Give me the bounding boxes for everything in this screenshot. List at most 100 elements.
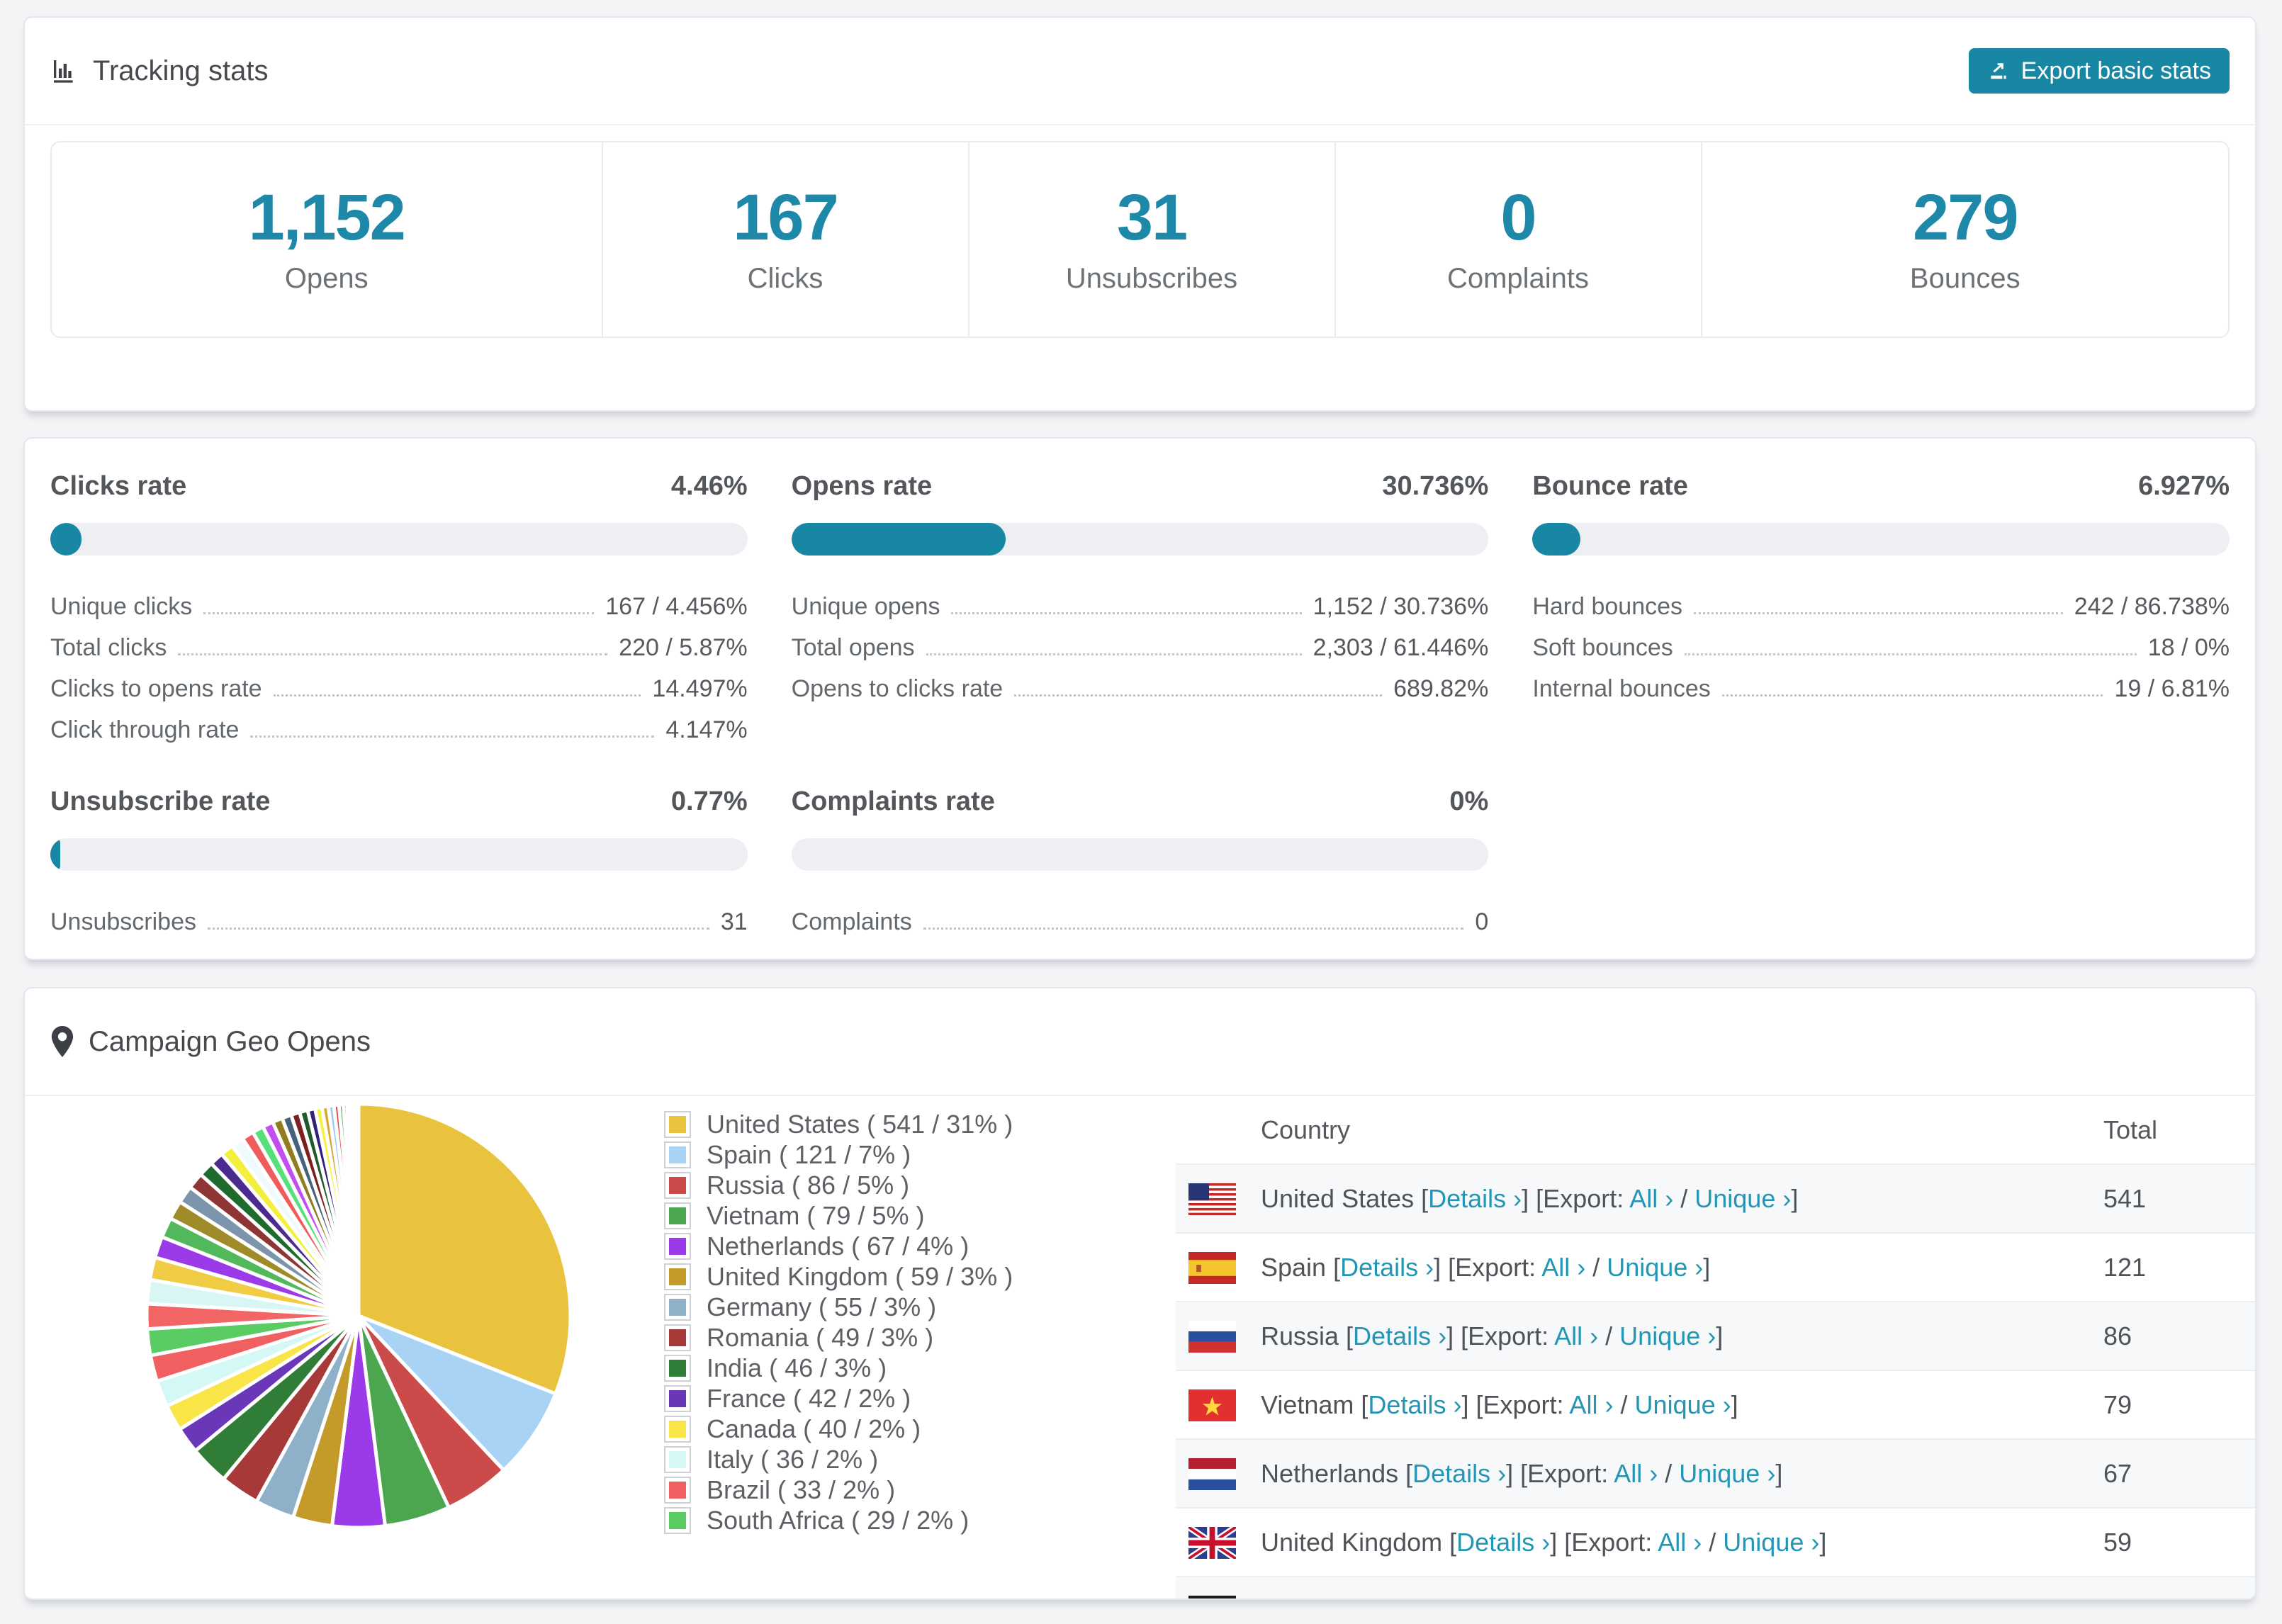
stat-cell-unsubscribes: 31 Unsubscribes <box>967 142 1334 337</box>
export-all-link[interactable]: All › <box>1554 1321 1598 1350</box>
legend-label: United Kingdom ( 59 / 3% ) <box>707 1261 1013 1291</box>
table-row: United States [Details ›] [Export: All ›… <box>1176 1163 2255 1232</box>
details-link[interactable]: Details › <box>1456 1528 1550 1557</box>
country-cell: Netherlands [Details ›] [Export: All › /… <box>1261 1458 1783 1488</box>
export-icon <box>1987 60 2010 82</box>
export-all-link[interactable]: All › <box>1658 1528 1702 1557</box>
export-unique-link[interactable]: Unique › <box>1694 1184 1791 1213</box>
map-pin-icon <box>50 1026 74 1057</box>
rate-rows: Unique clicks 167 / 4.456% Total clicks 220… <box>50 580 748 744</box>
total-cell: 541 <box>2103 1183 2147 1213</box>
legend-label: France ( 42 / 2% ) <box>707 1383 911 1413</box>
dotted-leader <box>250 735 655 738</box>
stat-cell-clicks: 167 Clicks <box>601 142 968 337</box>
rate-row-value: 4.147% <box>665 716 748 743</box>
rate-value: 0% <box>1449 786 1489 816</box>
export-unique-link[interactable]: Unique › <box>1646 1596 1743 1599</box>
details-link[interactable]: Details › <box>1412 1459 1506 1488</box>
table-row: Germany [Details ›] [Export: All › / Uni… <box>1176 1576 2255 1599</box>
tracking-stats-card: Tracking stats Export basic stats 1,152 O… <box>23 16 2256 412</box>
legend-swatch <box>664 1415 691 1443</box>
rate-progress-fill <box>50 523 82 556</box>
rate-row-label: Clicks to opens rate <box>50 675 262 702</box>
legend-swatch <box>664 1232 691 1260</box>
stat-label: Opens <box>284 262 369 294</box>
rate-progress-fill <box>50 838 60 871</box>
table-row: Russia [Details ›] [Export: All › / Uniq… <box>1176 1301 2255 1370</box>
rate-row-value: 167 / 4.456% <box>605 593 748 620</box>
legend-label: South Africa ( 29 / 2% ) <box>707 1505 969 1535</box>
export-all-link[interactable]: All › <box>1541 1253 1585 1282</box>
export-all-link[interactable]: All › <box>1614 1459 1658 1488</box>
export-unique-link[interactable]: Unique › <box>1679 1459 1775 1488</box>
legend-item: Brazil ( 33 / 2% ) <box>664 1474 1013 1505</box>
rate-row: Hard bounces 242 / 86.738% <box>1532 580 2230 621</box>
rate-rows: Unique opens 1,152 / 30.736% Total opens 2,… <box>792 580 1489 703</box>
details-link[interactable]: Details › <box>1380 1596 1473 1599</box>
export-unique-link[interactable]: Unique › <box>1607 1253 1703 1282</box>
legend-label: Netherlands ( 67 / 4% ) <box>707 1231 969 1261</box>
rate-row-value: 689.82% <box>1393 675 1489 702</box>
export-all-link[interactable]: All › <box>1581 1596 1625 1599</box>
rate-row: Opens to clicks rate 689.82% <box>792 662 1489 703</box>
tracking-stats-header: Tracking stats Export basic stats <box>25 18 2255 125</box>
legend-label: Italy ( 36 / 2% ) <box>707 1444 879 1474</box>
rate-head: Bounce rate 6.927% <box>1532 471 2230 502</box>
rate-row-label: Soft bounces <box>1532 634 1673 661</box>
legend-swatch <box>664 1202 691 1229</box>
legend-item: United Kingdom ( 59 / 3% ) <box>664 1261 1013 1292</box>
export-basic-stats-button[interactable]: Export basic stats <box>1968 48 2230 94</box>
rate-head: Clicks rate 4.46% <box>50 471 748 502</box>
rate-head: Unsubscribe rate 0.77% <box>50 786 748 817</box>
details-link[interactable]: Details › <box>1368 1390 1461 1419</box>
rate-row-label: Internal bounces <box>1532 675 1711 702</box>
vn-flag-icon <box>1188 1389 1236 1421</box>
rate-row-value: 31 <box>720 908 748 935</box>
export-unique-link[interactable]: Unique › <box>1723 1528 1819 1557</box>
geo-opens-legend: United States ( 541 / 31% ) Spain ( 121 /… <box>664 1109 1013 1535</box>
legend-item: Vietnam ( 79 / 5% ) <box>664 1200 1013 1231</box>
export-unique-link[interactable]: Unique › <box>1619 1321 1716 1350</box>
country-cell: Vietnam [Details ›] [Export: All › / Uni… <box>1261 1389 1738 1419</box>
export-all-link[interactable]: All › <box>1570 1390 1614 1419</box>
dotted-leader <box>203 612 595 614</box>
stat-label: Clicks <box>747 262 824 294</box>
rate-row-label: Hard bounces <box>1532 593 1683 620</box>
rate-progress-bar <box>50 523 748 556</box>
rate-block-clicks-rate: Clicks rate 4.46% Unique clicks 167 / 4.456… <box>50 471 748 744</box>
dotted-leader <box>178 653 608 655</box>
rate-row-label: Unique opens <box>791 593 940 620</box>
campaign-geo-opens-title: Campaign Geo Opens <box>89 1025 371 1057</box>
rate-row: Total opens 2,303 / 61.446% <box>792 621 1489 662</box>
dotted-leader <box>1721 694 2103 697</box>
rate-progress-fill <box>791 523 1006 556</box>
rate-row: Click through rate 4.147% <box>50 703 748 744</box>
country-cell: United Kingdom [Details ›] [Export: All … <box>1261 1527 1827 1557</box>
export-unique-link[interactable]: Unique › <box>1635 1390 1731 1419</box>
stat-label: Unsubscribes <box>1065 262 1238 294</box>
rate-title: Bounce rate <box>1532 471 1688 501</box>
details-link[interactable]: Details › <box>1428 1184 1522 1213</box>
details-link[interactable]: Details › <box>1340 1253 1434 1282</box>
details-link[interactable]: Details › <box>1353 1321 1446 1350</box>
total-cell: 121 <box>2103 1252 2147 1282</box>
legend-item: Netherlands ( 67 / 4% ) <box>664 1231 1013 1261</box>
rate-progress-bar <box>50 838 748 871</box>
legend-swatch <box>664 1171 691 1199</box>
export-all-link[interactable]: All › <box>1629 1184 1673 1213</box>
rate-title: Complaints rate <box>791 786 995 816</box>
rate-row-value: 242 / 86.738% <box>2074 593 2230 620</box>
stat-value: 279 <box>1912 181 2018 254</box>
legend-swatch <box>664 1476 691 1504</box>
legend-label: Spain ( 121 / 7% ) <box>707 1139 911 1169</box>
stat-label: Bounces <box>1909 262 2020 294</box>
rate-row: Internal bounces 19 / 6.81% <box>1532 662 2230 703</box>
rates-card: Clicks rate 4.46% Unique clicks 167 / 4.456… <box>23 437 2256 960</box>
stat-cell-complaints: 0 Complaints <box>1334 142 1701 337</box>
rate-row: Total clicks 220 / 5.87% <box>50 621 748 662</box>
rate-row-label: Click through rate <box>50 716 240 743</box>
rate-row-value: 14.497% <box>652 675 748 702</box>
stat-value: 167 <box>733 181 838 254</box>
legend-swatch <box>664 1506 691 1534</box>
total-cell: 55 <box>2103 1596 2132 1599</box>
